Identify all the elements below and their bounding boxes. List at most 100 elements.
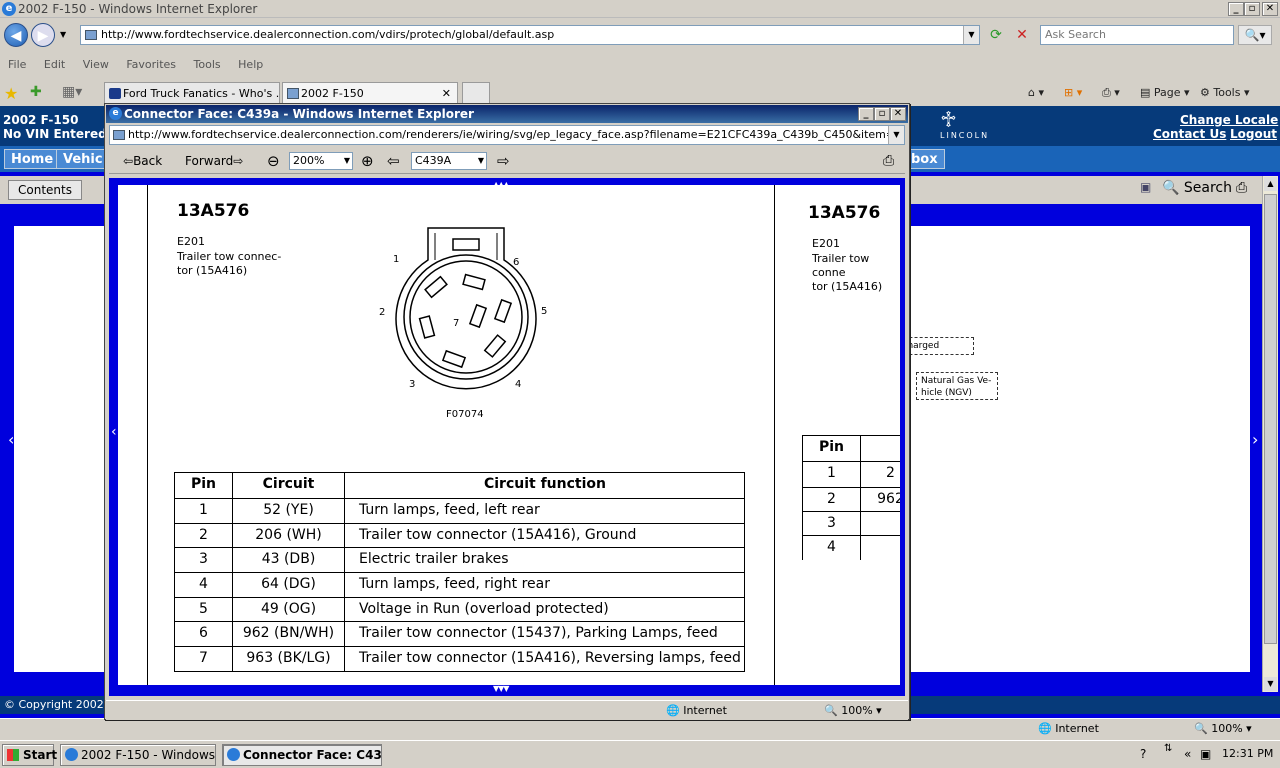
popup-ie-icon: e — [109, 107, 122, 120]
left-collapse-icon[interactable]: ‹ — [111, 424, 117, 440]
bookmark-icon[interactable]: ▣ — [1140, 180, 1151, 194]
collapse-right-icon[interactable]: › — [1252, 430, 1258, 449]
main-zone: 🌐 Internet — [1038, 722, 1099, 735]
popup-title: Connector Face: C439a - Windows Internet… — [124, 107, 474, 121]
contents-button[interactable]: Contents — [8, 180, 82, 200]
help-icon[interactable]: ? — [1140, 747, 1146, 761]
popup-zoom[interactable]: 🔍 100% ▾ — [824, 701, 882, 721]
connector-outline — [395, 227, 537, 390]
menu-view[interactable]: View — [83, 58, 109, 71]
viewer-back-button[interactable]: ⇦Back — [123, 148, 162, 174]
table-cell: 64 (DG) — [232, 572, 344, 597]
connector-select[interactable]: C439A ▼ — [411, 152, 487, 170]
contact-us-link[interactable]: Contact Us — [1153, 127, 1226, 141]
windows-logo-icon — [7, 749, 19, 761]
pin-label-1: 1 — [393, 254, 399, 265]
refresh-icon[interactable]: ⟳ — [986, 25, 1006, 45]
pin-label-2: 2 — [379, 307, 385, 318]
address-bar[interactable]: http://www.fordtechservice.dealerconnect… — [80, 25, 980, 45]
viewer-forward-button[interactable]: Forward⇨ — [185, 148, 243, 174]
zoom-in-icon[interactable]: ⊕ — [361, 148, 374, 174]
forward-button[interactable]: ▶ — [31, 23, 55, 47]
menu-edit[interactable]: Edit — [44, 58, 65, 71]
menu-bar: File Edit View Favorites Tools Help — [0, 54, 1280, 76]
popup-minimize-button[interactable]: _ — [858, 107, 874, 121]
table-cell: 963 (BK/LG) — [232, 646, 344, 671]
page-menu[interactable]: ▤ Page ▾ — [1140, 83, 1190, 103]
vehicle-nav-button[interactable]: Vehic — [56, 149, 110, 169]
tab-favicon — [109, 88, 121, 99]
popup-address-bar[interactable]: http://www.fordtechservice.dealerconnect… — [109, 125, 905, 145]
home-nav-button[interactable]: Home — [4, 149, 61, 169]
search-input[interactable]: Ask Search — [1040, 25, 1234, 45]
tab-close-icon[interactable]: ✕ — [442, 83, 451, 105]
ngv-label: Natural Gas Ve- hicle (NGV) — [916, 372, 998, 400]
table-cell: 4 — [802, 535, 860, 560]
connector-ring-outer — [403, 254, 529, 380]
menu-file[interactable]: File — [8, 58, 26, 71]
scroll-up-icon[interactable]: ▲ — [1264, 177, 1277, 191]
zoom-out-icon[interactable]: ⊖ — [267, 148, 280, 174]
bottom-collapse-icon[interactable]: ▼▼▼ — [493, 684, 510, 693]
repeat-connector-description: Trailer tow conne tor (15A416) — [812, 252, 883, 293]
collapse-left-icon[interactable]: ‹ — [8, 430, 14, 449]
logout-link[interactable]: Logout — [1230, 127, 1277, 141]
site-print-icon[interactable]: ⎙ — [1236, 180, 1247, 196]
favorites-star-icon[interactable]: ★ — [4, 84, 18, 103]
right-collapse-icon[interactable]: › — [895, 424, 901, 440]
tools-menu[interactable]: ⚙ Tools ▾ — [1200, 83, 1250, 103]
taskbar-item-main[interactable]: 2002 F-150 - Windows I... — [60, 744, 216, 766]
table-cell: Turn lamps, feed, right rear — [344, 572, 745, 597]
lincoln-logo-icon: ♱ — [940, 108, 957, 133]
repeat-pin-table: Pin 1 2 2 962 3 4 — [802, 435, 900, 560]
feeds-icon[interactable]: ⊞ ▾ — [1064, 83, 1082, 103]
scroll-thumb[interactable] — [1264, 194, 1277, 644]
previous-connector-icon[interactable]: ⇦ — [387, 148, 400, 174]
back-button[interactable]: ◀ — [4, 23, 28, 47]
pin-1-slot — [424, 275, 448, 299]
menu-tools[interactable]: Tools — [194, 58, 221, 71]
maximize-button[interactable]: ▫ — [1244, 2, 1260, 16]
popup-maximize-button[interactable]: ▫ — [874, 107, 890, 121]
print-icon[interactable]: ⎙ ▾ — [1102, 83, 1120, 103]
stop-icon[interactable]: ✕ — [1012, 25, 1032, 45]
table-cell — [860, 511, 900, 535]
clock: 12:31 PM — [1222, 747, 1274, 760]
toolbox-nav-button[interactable]: box — [904, 149, 945, 169]
menu-favorites[interactable]: Favorites — [126, 58, 176, 71]
main-scrollbar[interactable]: ▲ ▼ — [1262, 176, 1278, 692]
table-header-cell: Pin — [802, 435, 860, 461]
start-button[interactable]: Start — [2, 744, 57, 766]
connector-popup-window: e Connector Face: C439a - Windows Intern… — [104, 103, 910, 720]
scroll-down-icon[interactable]: ▼ — [1264, 677, 1277, 691]
quick-tabs-icon[interactable]: ▦▾ — [62, 84, 82, 100]
taskbar-item-popup[interactable]: Connector Face: C439... — [222, 744, 382, 766]
table-header-cell — [860, 435, 900, 461]
pin-2-slot — [418, 315, 436, 339]
table-cell: 962 (BN/WH) — [232, 621, 344, 646]
history-dropdown-icon[interactable]: ▼ — [60, 30, 66, 39]
pin-5-slot — [493, 298, 513, 324]
address-dropdown-icon[interactable]: ▼ — [963, 26, 979, 44]
pin-label-3: 3 — [409, 379, 415, 390]
add-favorite-icon[interactable]: ✚ — [30, 84, 42, 100]
top-collapse-icon[interactable]: ▲▲▲ — [493, 180, 510, 189]
zoom-select[interactable]: 200% ▼ — [289, 152, 353, 170]
main-zoom[interactable]: 🔍 100% ▾ — [1194, 722, 1252, 735]
change-locale-link[interactable]: Change Locale — [1180, 113, 1278, 127]
site-search-button[interactable]: 🔍 Search — [1162, 178, 1232, 198]
popup-close-button[interactable]: ✕ — [890, 107, 906, 121]
tray-expand-icon[interactable]: « — [1184, 747, 1191, 761]
pin-4-slot — [483, 334, 507, 358]
viewer-print-icon[interactable]: ⎙ — [883, 148, 894, 174]
home-icon[interactable]: ⌂ ▾ — [1028, 83, 1044, 103]
popup-address-dropdown-icon[interactable]: ▼ — [888, 126, 904, 144]
minimize-button[interactable]: _ — [1228, 2, 1244, 16]
close-button[interactable]: ✕ — [1262, 2, 1278, 16]
connector-code: E201 — [177, 235, 205, 248]
table-cell: 206 (WH) — [232, 523, 344, 547]
table-cell: 5 — [174, 597, 232, 621]
search-button[interactable]: 🔍▾ — [1238, 25, 1272, 45]
next-connector-icon[interactable]: ⇨ — [497, 148, 510, 174]
menu-help[interactable]: Help — [238, 58, 263, 71]
